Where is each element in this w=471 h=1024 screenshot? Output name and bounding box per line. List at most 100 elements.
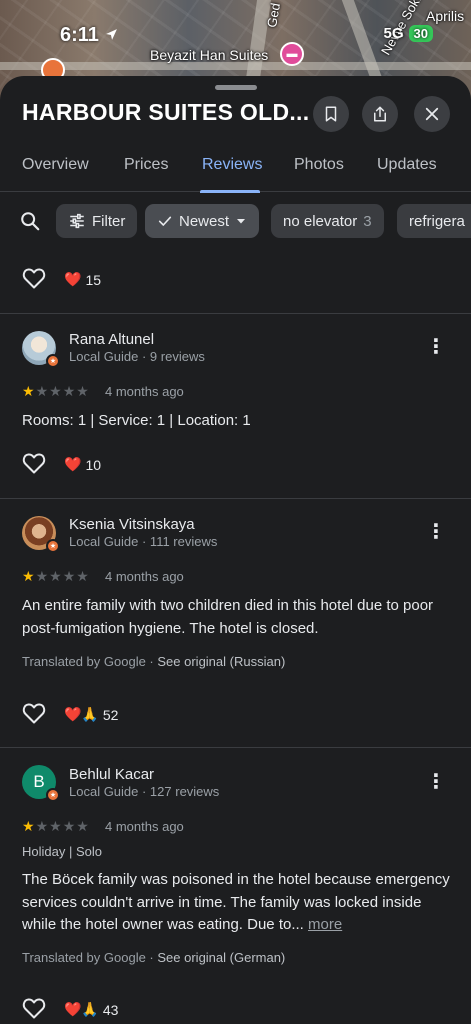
reviewer-meta: Local Guide · 9 reviews xyxy=(69,349,205,364)
like-heart-icon[interactable] xyxy=(22,267,46,289)
review-age: 4 months ago xyxy=(105,819,184,834)
reaction-summary[interactable]: ❤️🙏 52 xyxy=(64,706,118,723)
topic-chip-refrigerator[interactable]: refrigera xyxy=(397,204,471,238)
review-divider xyxy=(0,313,471,314)
active-tab-indicator xyxy=(200,190,260,193)
more-options-icon[interactable]: ⋮ xyxy=(426,519,447,544)
reviewer-name[interactable]: Behlul Kacar xyxy=(69,766,154,783)
local-guide-badge-icon: ★ xyxy=(46,788,60,802)
review-filter-row: Filter Newest no elevator 3 refrigera xyxy=(0,203,471,239)
location-arrow-icon xyxy=(105,29,117,40)
reaction-summary[interactable]: ❤️ 15 xyxy=(64,271,101,288)
map-poi-label: Beyazit Han Suites xyxy=(150,47,269,63)
review-text: The Böcek family was poisoned in the hot… xyxy=(22,869,452,937)
read-more-link[interactable]: more xyxy=(308,916,342,933)
star-icon: ★ xyxy=(35,568,49,584)
tab-prices[interactable]: Prices xyxy=(124,156,168,174)
reviewer-meta: Local Guide · 127 reviews xyxy=(69,784,220,799)
reviewer-meta: Local Guide · 111 reviews xyxy=(69,534,218,549)
reviewer-name[interactable]: Ksenia Vitsinskaya xyxy=(69,516,195,533)
review-text: An entire family with two children died … xyxy=(22,597,434,637)
reviewer-avatar[interactable]: B ★ xyxy=(22,765,60,802)
sliders-icon xyxy=(70,213,84,229)
star-icon: ★ xyxy=(49,383,62,399)
sort-label: Newest xyxy=(179,212,230,230)
local-guide-badge-icon: ★ xyxy=(46,354,60,368)
reviewer-avatar[interactable]: ★ xyxy=(22,516,60,553)
star-icon: ★ xyxy=(76,818,89,834)
star-icon: ★ xyxy=(35,818,49,834)
reaction-emoji: ❤️ xyxy=(64,456,82,472)
reaction-summary[interactable]: ❤️ 10 xyxy=(64,456,101,473)
reviewer-name[interactable]: Rana Altunel xyxy=(69,331,154,348)
review-age: 4 months ago xyxy=(105,384,184,399)
local-guide-badge-icon: ★ xyxy=(46,539,60,553)
tab-bar: Overview Prices Reviews Photos Updates xyxy=(0,154,471,193)
filter-button[interactable]: Filter xyxy=(56,204,138,238)
review-divider xyxy=(0,498,471,499)
star-icon: ★ xyxy=(76,568,89,584)
check-icon xyxy=(158,216,172,226)
tab-updates[interactable]: Updates xyxy=(377,156,437,174)
review-divider xyxy=(0,747,471,748)
more-options-icon[interactable]: ⋮ xyxy=(426,769,447,794)
battery-indicator: 30 xyxy=(408,25,433,42)
star-icon: ★ xyxy=(76,383,89,399)
more-options-icon[interactable]: ⋮ xyxy=(426,334,447,359)
review-body: The Böcek family was poisoned in the hot… xyxy=(22,871,450,933)
close-button[interactable] xyxy=(414,96,450,132)
star-rating: ★ ★ ★ ★ ★ xyxy=(22,383,89,400)
save-button[interactable] xyxy=(313,96,349,132)
translation-note: Translated by Google · See original (Rus… xyxy=(22,654,285,669)
hotel-pin-icon[interactable]: ▬ xyxy=(280,42,304,66)
chip-label: refrigera xyxy=(409,212,465,230)
see-original-link[interactable]: See original (German) xyxy=(157,950,285,965)
chip-label: no elevator xyxy=(283,212,358,230)
status-time: 6:11 xyxy=(60,24,118,47)
like-heart-icon[interactable] xyxy=(22,702,46,724)
reaction-count: 43 xyxy=(102,1001,119,1018)
reaction-count: 10 xyxy=(85,456,102,473)
translation-note: Translated by Google · See original (Ger… xyxy=(22,950,285,965)
star-icon: ★ xyxy=(22,383,35,399)
reaction-emoji: ❤️🙏 xyxy=(64,706,99,722)
star-rating: ★ ★ ★ ★ ★ xyxy=(22,818,89,835)
reviewer-avatar[interactable]: ★ xyxy=(22,331,60,368)
chevron-down-icon xyxy=(237,219,246,224)
translated-by-label: Translated by Google · xyxy=(22,654,158,669)
reaction-emoji: ❤️🙏 xyxy=(64,1001,99,1017)
reaction-summary[interactable]: ❤️🙏 43 xyxy=(64,1001,118,1018)
review-text: Rooms: 1 | Service: 1 | Location: 1 xyxy=(22,412,251,429)
reaction-count: 52 xyxy=(102,706,119,723)
translated-by-label: Translated by Google · xyxy=(22,950,158,965)
share-button[interactable] xyxy=(362,96,398,132)
bookmark-icon xyxy=(325,106,337,122)
place-sheet: HARBOUR SUITES OLD... Overview Prices Re… xyxy=(0,76,471,1024)
status-indicators: 5G 30 xyxy=(384,25,433,42)
chip-count: 3 xyxy=(363,212,372,230)
star-icon: ★ xyxy=(22,818,35,834)
review-age: 4 months ago xyxy=(105,569,184,584)
star-icon: ★ xyxy=(62,818,76,834)
star-icon: ★ xyxy=(49,568,62,584)
like-heart-icon[interactable] xyxy=(22,997,46,1019)
close-icon xyxy=(425,107,439,121)
filter-label: Filter xyxy=(92,212,126,230)
map-street-label: Ged xyxy=(264,1,284,29)
sheet-grabber[interactable] xyxy=(215,85,257,90)
star-rating: ★ ★ ★ ★ ★ xyxy=(22,568,89,585)
tab-photos[interactable]: Photos xyxy=(294,156,344,174)
topic-chip-no-elevator[interactable]: no elevator 3 xyxy=(271,204,384,238)
see-original-link[interactable]: See original (Russian) xyxy=(157,654,285,669)
star-icon: ★ xyxy=(62,568,76,584)
map-street-label: Aprilis xyxy=(426,8,465,24)
sort-newest-chip[interactable]: Newest xyxy=(145,204,260,238)
network-label: 5G xyxy=(383,25,404,42)
tab-overview[interactable]: Overview xyxy=(22,156,89,174)
star-icon: ★ xyxy=(62,383,76,399)
like-heart-icon[interactable] xyxy=(22,452,46,474)
tab-reviews[interactable]: Reviews xyxy=(202,156,262,174)
search-icon[interactable] xyxy=(19,210,41,232)
star-icon: ★ xyxy=(22,568,35,584)
reaction-count: 15 xyxy=(85,271,102,288)
